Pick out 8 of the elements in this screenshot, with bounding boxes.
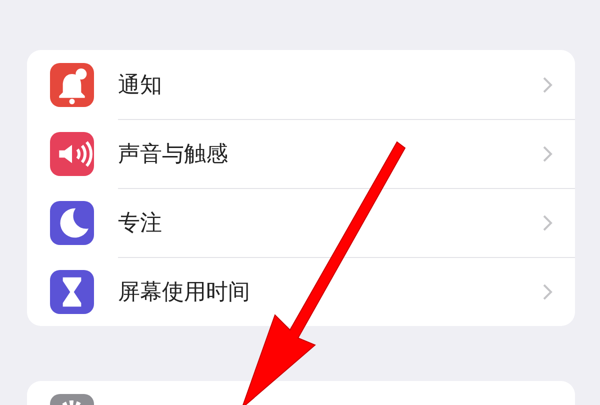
chevron-icon bbox=[541, 144, 553, 164]
settings-item[interactable]: 通知 bbox=[118, 70, 541, 100]
chevron-icon bbox=[541, 282, 553, 302]
settings-item[interactable]: 屏幕使用时间 bbox=[118, 276, 541, 306]
settings-item[interactable]: 专注 bbox=[118, 208, 541, 238]
chevron-icon bbox=[541, 74, 553, 94]
settings-item[interactable]: 声音与触感 bbox=[118, 138, 541, 168]
chevron-icon bbox=[541, 212, 553, 232]
